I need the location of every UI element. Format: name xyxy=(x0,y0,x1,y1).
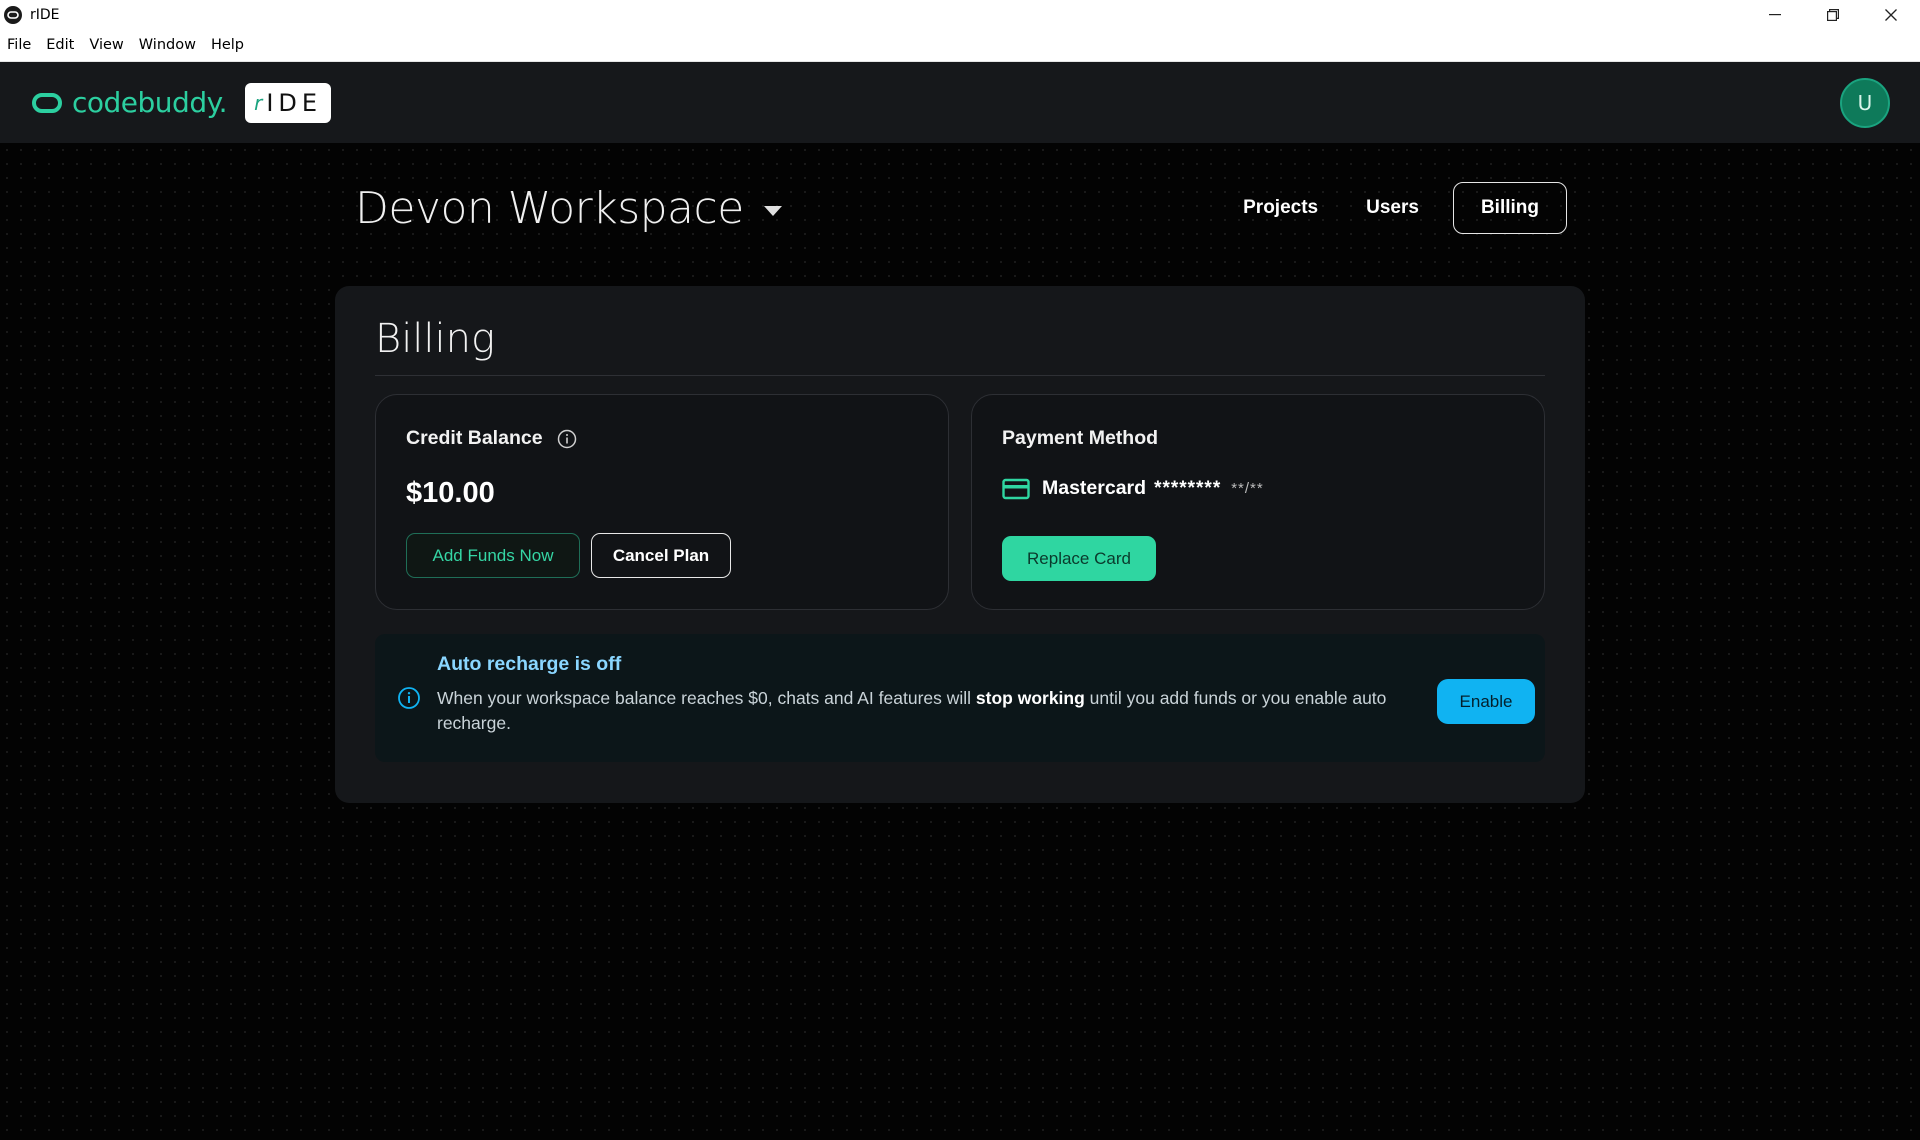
app-header: codebuddy. r IDE U xyxy=(0,62,1920,143)
nav-billing[interactable]: Billing xyxy=(1452,182,1567,234)
brand-logo-link[interactable]: codebuddy. xyxy=(30,86,228,119)
billing-panel: Billing Credit Balance $10.00 Add Funds … xyxy=(335,286,1585,803)
workspace-nav: Projects Users Billing xyxy=(1195,182,1567,234)
card-brand: Mastercard xyxy=(1042,477,1147,499)
info-circle-icon xyxy=(398,687,420,709)
credit-balance-amount: $10.00 xyxy=(406,477,495,509)
enable-auto-recharge-button[interactable]: Enable xyxy=(1437,679,1535,724)
user-avatar[interactable]: U xyxy=(1840,78,1890,128)
credit-card-icon xyxy=(1002,478,1030,499)
caret-down-icon xyxy=(763,205,782,216)
minimize-button[interactable] xyxy=(1746,0,1804,29)
auto-recharge-alert: Auto recharge is off When your workspace… xyxy=(375,634,1545,762)
window-title: rIDE xyxy=(30,6,60,23)
codebuddy-logo-icon xyxy=(32,92,62,113)
app-icon xyxy=(4,5,22,24)
divider xyxy=(375,375,1545,376)
cancel-plan-button[interactable]: Cancel Plan xyxy=(591,533,731,578)
ide-badge: r IDE xyxy=(245,82,332,123)
payment-method-card: Payment Method Mastercard ******** **/**… xyxy=(971,394,1545,610)
menu-help[interactable]: Help xyxy=(211,37,244,53)
window-titlebar: rIDE xyxy=(0,0,1920,29)
minimize-icon xyxy=(1769,13,1781,15)
replace-card-button[interactable]: Replace Card xyxy=(1002,536,1156,581)
credit-balance-card: Credit Balance $10.00 Add Funds Now Canc… xyxy=(375,394,949,610)
ide-badge-r: r xyxy=(254,90,263,115)
page-title: Billing xyxy=(375,316,495,362)
menu-view[interactable]: View xyxy=(89,37,123,53)
close-button[interactable] xyxy=(1862,0,1920,29)
menu-file[interactable]: File xyxy=(7,37,31,53)
nav-users[interactable]: Users xyxy=(1366,197,1419,219)
nav-projects[interactable]: Projects xyxy=(1243,197,1318,219)
alert-text-emphasis: stop working xyxy=(975,688,1085,708)
workspace-selector[interactable]: Devon Workspace xyxy=(355,183,782,234)
alert-title: Auto recharge is off xyxy=(437,653,622,675)
info-icon[interactable] xyxy=(557,429,577,449)
alert-text-before: When your workspace balance reaches $0, … xyxy=(437,688,976,708)
add-funds-button[interactable]: Add Funds Now xyxy=(406,533,580,578)
alert-message: When your workspace balance reaches $0, … xyxy=(437,686,1437,736)
credit-balance-label: Credit Balance xyxy=(406,427,543,449)
ide-badge-text: IDE xyxy=(266,88,323,117)
credit-balance-heading: Credit Balance xyxy=(406,427,577,450)
menu-edit[interactable]: Edit xyxy=(46,37,74,53)
card-expiry: **/** xyxy=(1231,480,1264,497)
payment-method-heading: Payment Method xyxy=(1002,427,1159,449)
menu-window[interactable]: Window xyxy=(139,37,196,53)
main-content: Devon Workspace Projects Users Billing B… xyxy=(0,143,1920,1140)
payment-card-row: Mastercard ******** **/** xyxy=(1002,477,1264,500)
brand-name: codebuddy. xyxy=(72,86,228,119)
workspace-name: Devon Workspace xyxy=(355,183,744,234)
menu-bar: File Edit View Window Help xyxy=(0,29,1920,62)
restore-button[interactable] xyxy=(1804,0,1862,29)
restore-icon xyxy=(1827,8,1839,21)
card-number-mask: ******** xyxy=(1154,477,1222,499)
close-icon xyxy=(1885,8,1897,21)
